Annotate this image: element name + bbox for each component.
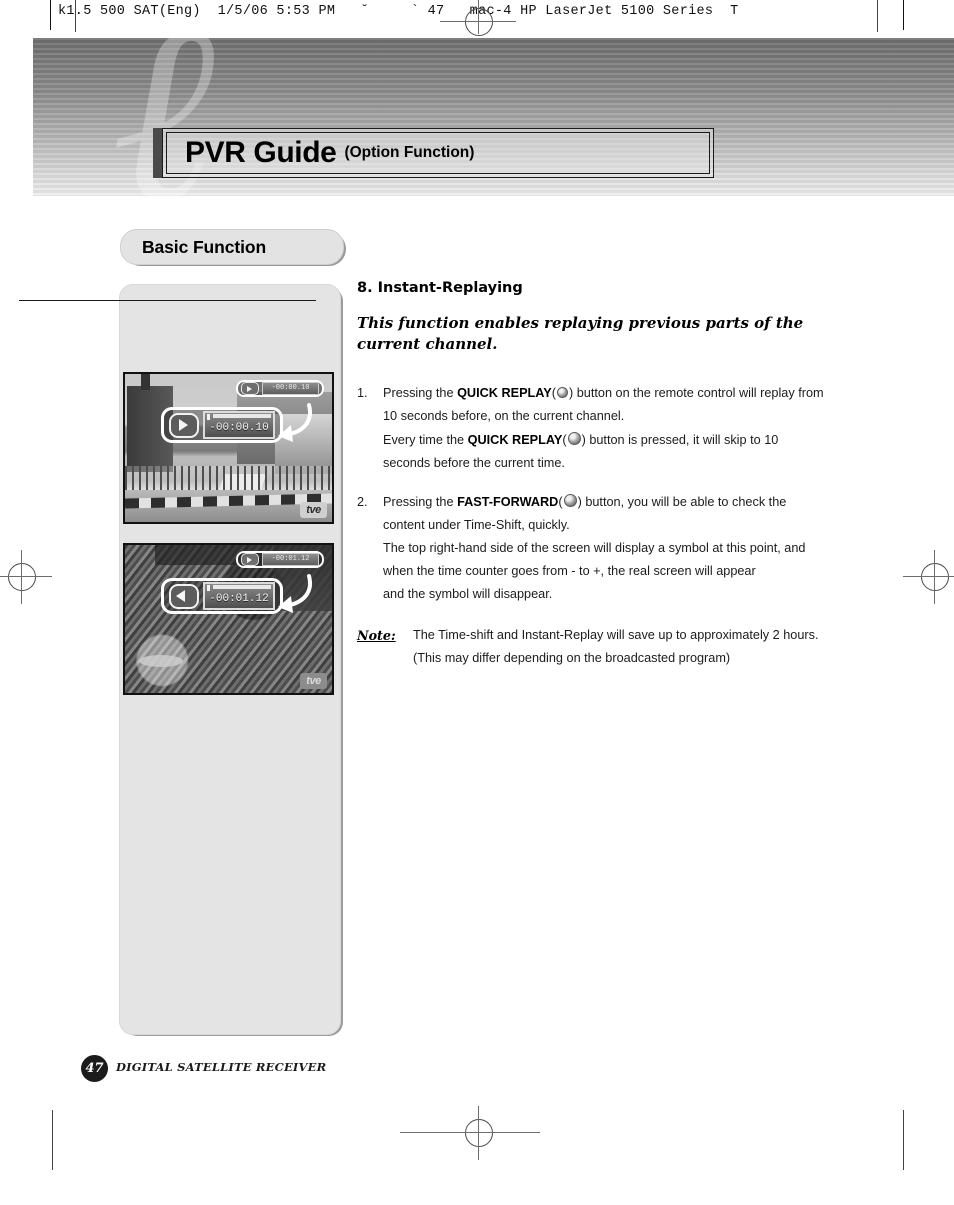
- page-header-banner: ℓ PVR Guide (Option Function): [33, 38, 954, 196]
- page-subtitle: (Option Function): [344, 143, 475, 161]
- remote-button-icon: [563, 493, 577, 507]
- osd-counter-1: -00:00.10: [209, 421, 269, 434]
- page-title-block: PVR Guide (Option Function): [153, 128, 714, 178]
- list-item-line: content under Time-Shift, quickly.: [383, 517, 570, 532]
- page-title-inner-frame: PVR Guide (Option Function): [166, 132, 710, 174]
- play-icon-1: [169, 412, 199, 438]
- note-line: The Time-shift and Instant-Replay will s…: [413, 628, 819, 643]
- section-title: Instant-Replaying: [377, 280, 523, 296]
- list-item-marker: 1.: [357, 386, 368, 401]
- osd-progress-fill-2: [213, 585, 271, 589]
- crop-mark-bottom-right-v: [903, 1110, 904, 1170]
- section-tab-label: Basic Function: [142, 236, 267, 257]
- section-tab-basic-function: Basic Function: [120, 229, 344, 265]
- line-paren-open: (: [562, 432, 567, 447]
- section-heading-rule: [19, 300, 316, 301]
- osd-small-counter-1: -00:00.10: [262, 382, 319, 395]
- line-bold: QUICK REPLAY: [457, 386, 552, 401]
- registration-cross-v-top: [478, 0, 479, 34]
- list-item-line: Pressing the QUICK REPLAY( ) button on th…: [383, 382, 857, 405]
- list-item: 1. Pressing the QUICK REPLAY() button on…: [357, 382, 857, 474]
- osd-counter-2: -00:01.12: [209, 592, 269, 605]
- list-item-line: and the symbol will disappear.: [383, 587, 553, 602]
- slug-rule-left: [50, 0, 51, 30]
- line-text: Every time the: [383, 432, 468, 447]
- instruction-list: 1. Pressing the QUICK REPLAY() button on…: [357, 382, 857, 606]
- registration-mark-top: [465, 8, 493, 36]
- page-number-badge: 47: [81, 1055, 108, 1082]
- registration-mark-bottom: [465, 1119, 493, 1147]
- callout-arrow-2: [278, 574, 312, 613]
- remote-button-icon: [567, 431, 581, 445]
- registration-cross-h-right: [903, 576, 954, 577]
- slug-rule-right: [903, 0, 904, 30]
- note-line: (This may differ depending on the broadc…: [413, 651, 731, 666]
- line-text-post: ) button on the remote control will repl…: [569, 386, 824, 401]
- rewind-icon-small-2: [241, 553, 259, 566]
- line-text: Pressing the: [383, 494, 458, 509]
- list-item-line: when the time counter goes from - to +, …: [383, 564, 756, 579]
- list-item-line: The top right-hand side of the screen wi…: [383, 541, 806, 556]
- line-text-post: ) button is pressed, it will skip to 10: [581, 432, 779, 447]
- section-number: 8.: [357, 280, 373, 296]
- callout-arrow-1: [278, 403, 312, 442]
- screenshot-fast-forward-grass: -00:01.12 -00:01.12 tve: [123, 543, 334, 695]
- osd-small-bar-2: -00:01.12: [236, 551, 324, 568]
- note-block: Note: The Time-shift and Instant-Replay …: [357, 624, 857, 670]
- scene-fence: [125, 466, 332, 492]
- section-heading: 8. Instant-Replaying: [357, 280, 857, 296]
- line-text-post: ) button, you will be able to check the: [577, 494, 787, 509]
- registration-mark-left: [8, 563, 36, 591]
- registration-cross-v-bottom: [478, 1106, 479, 1160]
- osd-tick-1: [207, 414, 210, 420]
- list-item-line: Pressing the FAST-FORWARD( ) button, you …: [383, 491, 857, 514]
- page-title-accent-bar: [153, 128, 162, 178]
- line-bold: QUICK REPLAY: [467, 432, 563, 447]
- registration-cross-v-right: [934, 550, 935, 604]
- registration-cross-h-bottom: [400, 1132, 540, 1133]
- registration-mark-right: [921, 563, 949, 591]
- line-text: Pressing the: [383, 386, 458, 401]
- channel-logo-1: tve: [300, 502, 327, 518]
- scene-stone: [139, 655, 183, 667]
- line-paren-open: (: [551, 386, 556, 401]
- list-item-line: 10 seconds before, on the current channe…: [383, 409, 625, 424]
- list-item-line: seconds before the current time.: [383, 455, 565, 470]
- osd-progress-fill-1: [213, 414, 271, 418]
- registration-cross-h-left: [0, 576, 52, 577]
- section-intro-text: This function enables replaying previous…: [357, 314, 804, 353]
- list-item-line: Every time the QUICK REPLAY( ) button is …: [383, 429, 857, 452]
- osd-small-counter-2: -00:01.12: [262, 553, 319, 566]
- content-column: 8. Instant-Replaying This function enabl…: [357, 280, 857, 671]
- line-bold: FAST-FORWARD: [457, 494, 559, 509]
- osd-small-bar-1: -00:00.10: [236, 380, 324, 397]
- line-paren-open: (: [558, 494, 563, 509]
- crop-mark-bottom-left-v: [52, 1110, 53, 1170]
- list-item: 2. Pressing the FAST-FORWARD( ) button, y…: [357, 491, 857, 607]
- play-icon-small-1: [241, 382, 259, 395]
- page-title: PVR Guide: [185, 136, 337, 169]
- footer-product-line: DIGITAL SATELLITE RECEIVER: [116, 1060, 327, 1074]
- osd-tick-2: [207, 585, 210, 591]
- channel-logo-2: tve: [300, 673, 327, 689]
- list-item-marker: 2.: [357, 494, 368, 509]
- crop-mark-top-left-v: [75, 0, 76, 32]
- printer-slug-line: k1.5 500 SAT(Eng) 1/5/06 5:53 PM ˘ ` 47 …: [58, 4, 739, 19]
- note-label: Note:: [357, 628, 396, 644]
- page-title-frame: PVR Guide (Option Function): [162, 128, 714, 178]
- registration-cross-v-left: [21, 550, 22, 604]
- crop-mark-top-right-v: [877, 0, 878, 32]
- remote-button-icon: [557, 387, 568, 399]
- screenshot-instant-replay-city: -00:00.10 -00:00.10 tve: [123, 372, 334, 524]
- rewind-icon-2: [169, 583, 199, 609]
